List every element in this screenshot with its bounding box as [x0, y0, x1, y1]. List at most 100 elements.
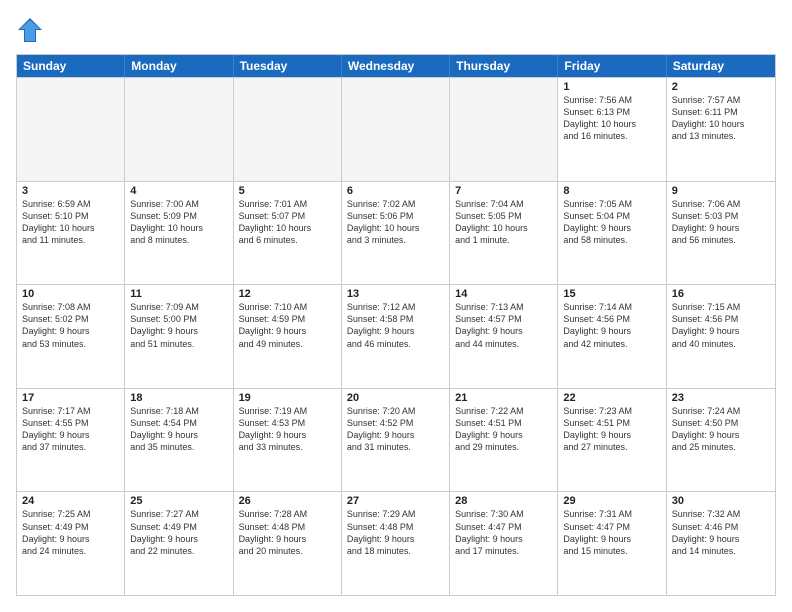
- day-number: 7: [455, 185, 552, 197]
- day-number: 15: [563, 288, 660, 300]
- cell-info: Sunrise: 7:17 AMSunset: 4:55 PMDaylight:…: [22, 405, 119, 454]
- cell-info: Sunrise: 7:09 AMSunset: 5:00 PMDaylight:…: [130, 301, 227, 350]
- cell-info: Sunrise: 7:28 AMSunset: 4:48 PMDaylight:…: [239, 508, 336, 557]
- header: [16, 16, 776, 44]
- cell-info: Sunrise: 7:01 AMSunset: 5:07 PMDaylight:…: [239, 198, 336, 247]
- cell-info: Sunrise: 7:14 AMSunset: 4:56 PMDaylight:…: [563, 301, 660, 350]
- cell-info: Sunrise: 6:59 AMSunset: 5:10 PMDaylight:…: [22, 198, 119, 247]
- header-day-monday: Monday: [125, 55, 233, 77]
- cell-info: Sunrise: 7:22 AMSunset: 4:51 PMDaylight:…: [455, 405, 552, 454]
- day-number: 18: [130, 392, 227, 404]
- day-number: 22: [563, 392, 660, 404]
- cell-info: Sunrise: 7:02 AMSunset: 5:06 PMDaylight:…: [347, 198, 444, 247]
- day-number: 2: [672, 81, 770, 93]
- calendar-cell-2-6: 16Sunrise: 7:15 AMSunset: 4:56 PMDayligh…: [667, 285, 775, 388]
- cell-info: Sunrise: 7:12 AMSunset: 4:58 PMDaylight:…: [347, 301, 444, 350]
- calendar-cell-4-5: 29Sunrise: 7:31 AMSunset: 4:47 PMDayligh…: [558, 492, 666, 595]
- cell-info: Sunrise: 7:04 AMSunset: 5:05 PMDaylight:…: [455, 198, 552, 247]
- cell-info: Sunrise: 7:19 AMSunset: 4:53 PMDaylight:…: [239, 405, 336, 454]
- logo-icon: [16, 16, 44, 44]
- cell-info: Sunrise: 7:10 AMSunset: 4:59 PMDaylight:…: [239, 301, 336, 350]
- day-number: 13: [347, 288, 444, 300]
- calendar-cell-3-1: 18Sunrise: 7:18 AMSunset: 4:54 PMDayligh…: [125, 389, 233, 492]
- header-day-wednesday: Wednesday: [342, 55, 450, 77]
- calendar-cell-0-4: [450, 78, 558, 181]
- calendar-cell-1-3: 6Sunrise: 7:02 AMSunset: 5:06 PMDaylight…: [342, 182, 450, 285]
- calendar-cell-2-0: 10Sunrise: 7:08 AMSunset: 5:02 PMDayligh…: [17, 285, 125, 388]
- calendar-cell-0-5: 1Sunrise: 7:56 AMSunset: 6:13 PMDaylight…: [558, 78, 666, 181]
- cell-info: Sunrise: 7:06 AMSunset: 5:03 PMDaylight:…: [672, 198, 770, 247]
- calendar-cell-3-0: 17Sunrise: 7:17 AMSunset: 4:55 PMDayligh…: [17, 389, 125, 492]
- calendar-cell-0-2: [234, 78, 342, 181]
- calendar-cell-3-6: 23Sunrise: 7:24 AMSunset: 4:50 PMDayligh…: [667, 389, 775, 492]
- logo: [16, 16, 48, 44]
- day-number: 27: [347, 495, 444, 507]
- day-number: 19: [239, 392, 336, 404]
- day-number: 6: [347, 185, 444, 197]
- cell-info: Sunrise: 7:05 AMSunset: 5:04 PMDaylight:…: [563, 198, 660, 247]
- cell-info: Sunrise: 7:30 AMSunset: 4:47 PMDaylight:…: [455, 508, 552, 557]
- calendar-cell-1-6: 9Sunrise: 7:06 AMSunset: 5:03 PMDaylight…: [667, 182, 775, 285]
- cell-info: Sunrise: 7:13 AMSunset: 4:57 PMDaylight:…: [455, 301, 552, 350]
- calendar: SundayMondayTuesdayWednesdayThursdayFrid…: [16, 54, 776, 596]
- day-number: 24: [22, 495, 119, 507]
- calendar-cell-1-0: 3Sunrise: 6:59 AMSunset: 5:10 PMDaylight…: [17, 182, 125, 285]
- day-number: 9: [672, 185, 770, 197]
- cell-info: Sunrise: 7:56 AMSunset: 6:13 PMDaylight:…: [563, 94, 660, 143]
- day-number: 1: [563, 81, 660, 93]
- cell-info: Sunrise: 7:00 AMSunset: 5:09 PMDaylight:…: [130, 198, 227, 247]
- calendar-header: SundayMondayTuesdayWednesdayThursdayFrid…: [17, 55, 775, 77]
- cell-info: Sunrise: 7:15 AMSunset: 4:56 PMDaylight:…: [672, 301, 770, 350]
- calendar-cell-4-1: 25Sunrise: 7:27 AMSunset: 4:49 PMDayligh…: [125, 492, 233, 595]
- day-number: 5: [239, 185, 336, 197]
- calendar-cell-4-4: 28Sunrise: 7:30 AMSunset: 4:47 PMDayligh…: [450, 492, 558, 595]
- day-number: 28: [455, 495, 552, 507]
- calendar-cell-3-5: 22Sunrise: 7:23 AMSunset: 4:51 PMDayligh…: [558, 389, 666, 492]
- calendar-cell-3-2: 19Sunrise: 7:19 AMSunset: 4:53 PMDayligh…: [234, 389, 342, 492]
- calendar-cell-0-1: [125, 78, 233, 181]
- calendar-row-3: 17Sunrise: 7:17 AMSunset: 4:55 PMDayligh…: [17, 388, 775, 492]
- header-day-thursday: Thursday: [450, 55, 558, 77]
- day-number: 26: [239, 495, 336, 507]
- page: SundayMondayTuesdayWednesdayThursdayFrid…: [0, 0, 792, 612]
- cell-info: Sunrise: 7:57 AMSunset: 6:11 PMDaylight:…: [672, 94, 770, 143]
- calendar-cell-1-2: 5Sunrise: 7:01 AMSunset: 5:07 PMDaylight…: [234, 182, 342, 285]
- calendar-cell-0-6: 2Sunrise: 7:57 AMSunset: 6:11 PMDaylight…: [667, 78, 775, 181]
- calendar-cell-3-4: 21Sunrise: 7:22 AMSunset: 4:51 PMDayligh…: [450, 389, 558, 492]
- day-number: 12: [239, 288, 336, 300]
- day-number: 21: [455, 392, 552, 404]
- day-number: 14: [455, 288, 552, 300]
- calendar-cell-2-4: 14Sunrise: 7:13 AMSunset: 4:57 PMDayligh…: [450, 285, 558, 388]
- day-number: 3: [22, 185, 119, 197]
- cell-info: Sunrise: 7:27 AMSunset: 4:49 PMDaylight:…: [130, 508, 227, 557]
- calendar-cell-1-5: 8Sunrise: 7:05 AMSunset: 5:04 PMDaylight…: [558, 182, 666, 285]
- calendar-cell-2-5: 15Sunrise: 7:14 AMSunset: 4:56 PMDayligh…: [558, 285, 666, 388]
- cell-info: Sunrise: 7:24 AMSunset: 4:50 PMDaylight:…: [672, 405, 770, 454]
- cell-info: Sunrise: 7:23 AMSunset: 4:51 PMDaylight:…: [563, 405, 660, 454]
- day-number: 16: [672, 288, 770, 300]
- calendar-cell-4-3: 27Sunrise: 7:29 AMSunset: 4:48 PMDayligh…: [342, 492, 450, 595]
- calendar-row-0: 1Sunrise: 7:56 AMSunset: 6:13 PMDaylight…: [17, 77, 775, 181]
- cell-info: Sunrise: 7:25 AMSunset: 4:49 PMDaylight:…: [22, 508, 119, 557]
- cell-info: Sunrise: 7:29 AMSunset: 4:48 PMDaylight:…: [347, 508, 444, 557]
- day-number: 8: [563, 185, 660, 197]
- calendar-cell-4-2: 26Sunrise: 7:28 AMSunset: 4:48 PMDayligh…: [234, 492, 342, 595]
- day-number: 29: [563, 495, 660, 507]
- calendar-cell-0-3: [342, 78, 450, 181]
- calendar-cell-2-1: 11Sunrise: 7:09 AMSunset: 5:00 PMDayligh…: [125, 285, 233, 388]
- calendar-body: 1Sunrise: 7:56 AMSunset: 6:13 PMDaylight…: [17, 77, 775, 595]
- cell-info: Sunrise: 7:20 AMSunset: 4:52 PMDaylight:…: [347, 405, 444, 454]
- calendar-cell-3-3: 20Sunrise: 7:20 AMSunset: 4:52 PMDayligh…: [342, 389, 450, 492]
- cell-info: Sunrise: 7:18 AMSunset: 4:54 PMDaylight:…: [130, 405, 227, 454]
- calendar-cell-1-4: 7Sunrise: 7:04 AMSunset: 5:05 PMDaylight…: [450, 182, 558, 285]
- cell-info: Sunrise: 7:08 AMSunset: 5:02 PMDaylight:…: [22, 301, 119, 350]
- calendar-cell-2-3: 13Sunrise: 7:12 AMSunset: 4:58 PMDayligh…: [342, 285, 450, 388]
- day-number: 17: [22, 392, 119, 404]
- calendar-cell-4-6: 30Sunrise: 7:32 AMSunset: 4:46 PMDayligh…: [667, 492, 775, 595]
- calendar-cell-1-1: 4Sunrise: 7:00 AMSunset: 5:09 PMDaylight…: [125, 182, 233, 285]
- header-day-saturday: Saturday: [667, 55, 775, 77]
- cell-info: Sunrise: 7:31 AMSunset: 4:47 PMDaylight:…: [563, 508, 660, 557]
- header-day-friday: Friday: [558, 55, 666, 77]
- day-number: 25: [130, 495, 227, 507]
- calendar-cell-0-0: [17, 78, 125, 181]
